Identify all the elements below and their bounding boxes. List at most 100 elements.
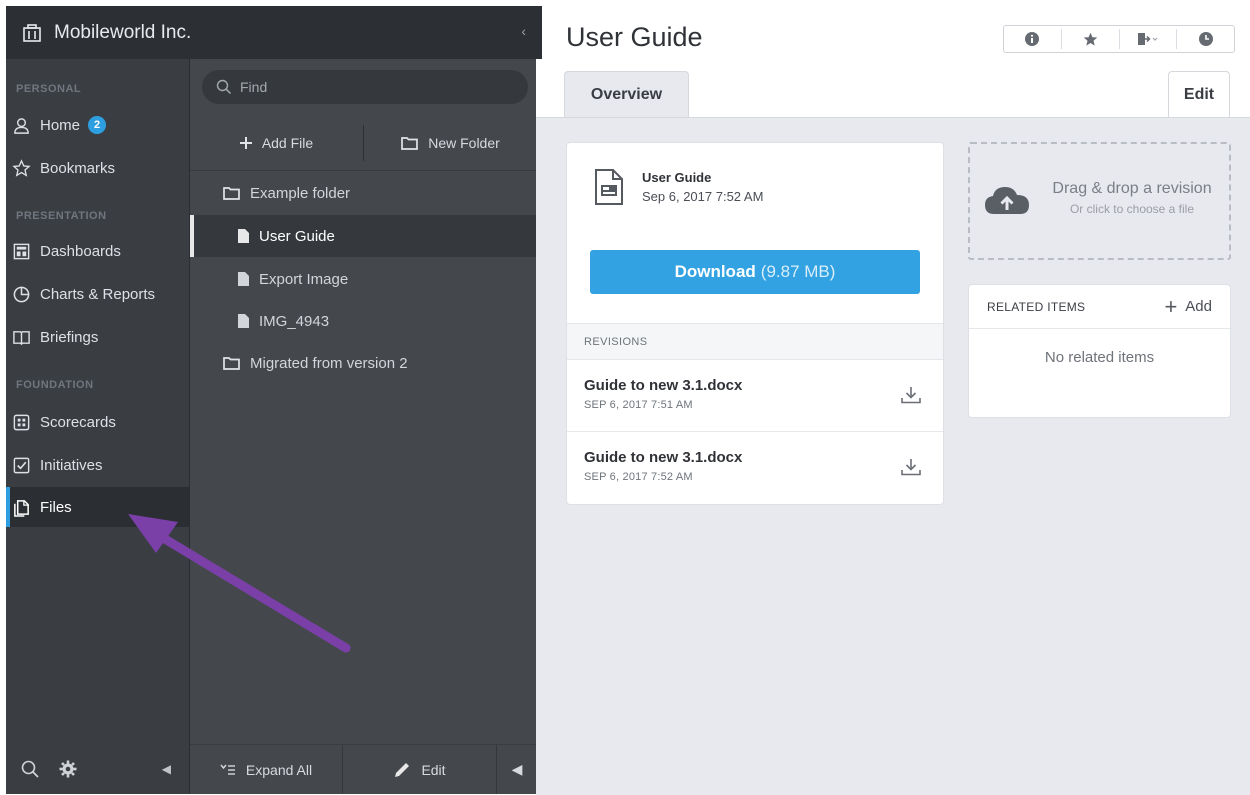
download-size: (9.87 MB) (760, 262, 836, 281)
section-personal: PERSONAL (16, 83, 82, 95)
add-related-button[interactable]: + Add (1164, 293, 1212, 319)
file-panel-footer: Expand All Edit ◀ (190, 744, 537, 794)
revision-name: Guide to new 3.1.docx (584, 377, 743, 394)
expand-icon (220, 764, 235, 775)
org-header[interactable]: Mobileworld Inc. ‹ (6, 6, 542, 59)
document-icon (595, 169, 623, 205)
page-title: User Guide (566, 22, 703, 52)
sidebar-item-label: Briefings (40, 328, 99, 346)
file-icon (238, 272, 249, 286)
file-icon (238, 229, 249, 243)
folder-icon (223, 357, 240, 370)
sidebar-item-label: Dashboards (40, 242, 121, 260)
files-icon (14, 499, 29, 517)
revision-row[interactable]: Guide to new 3.1.docx SEP 6, 2017 7:51 A… (567, 360, 943, 432)
new-folder-button[interactable]: New Folder (364, 115, 537, 170)
dropzone-text: Drag & drop a revision Or click to choos… (1042, 180, 1222, 216)
tree-item-label: IMG_4943 (259, 312, 330, 330)
search-input[interactable]: Find (202, 70, 528, 104)
tab-overview[interactable]: Overview (564, 71, 689, 118)
plus-icon: + (1164, 293, 1178, 319)
tree-item-export-image[interactable]: Export Image (190, 258, 537, 300)
collapse-panel-icon[interactable]: ◀ (497, 745, 537, 794)
sidebar-item-initiatives[interactable]: Initiatives (6, 445, 189, 485)
sidebar-item-bookmarks[interactable]: Bookmarks (6, 148, 189, 188)
sidebar-item-files[interactable]: Files (6, 487, 189, 527)
collapse-sidebar-icon[interactable]: ◀ (162, 762, 171, 776)
related-empty-message: No related items (1044, 349, 1155, 366)
sidebar-item-charts-reports[interactable]: Charts & Reports (6, 274, 189, 314)
file-actions: Add File New Folder (190, 115, 537, 171)
file-meta: User Guide Sep 6, 2017 7:52 AM (642, 170, 763, 204)
search-icon[interactable] (20, 759, 40, 779)
star-icon[interactable] (1062, 29, 1120, 49)
info-icon[interactable] (1004, 29, 1062, 49)
pencil-icon (395, 762, 410, 777)
expand-all-button[interactable]: Expand All (190, 745, 343, 794)
tab-edit[interactable]: Edit (1168, 71, 1230, 118)
tree-item-migrated-folder[interactable]: Migrated from version 2 (190, 342, 537, 384)
file-header: User Guide Sep 6, 2017 7:52 AM (594, 168, 763, 206)
edit-tree-button[interactable]: Edit (343, 745, 497, 794)
file-date: Sep 6, 2017 7:52 AM (642, 189, 764, 204)
file-panel: Find Add File New Folder Example folder … (189, 59, 537, 794)
related-items-card: RELATED ITEMS + Add No related items (968, 284, 1231, 418)
download-icon[interactable] (901, 386, 921, 404)
expand-all-label: Expand All (245, 761, 313, 778)
related-items-title: RELATED ITEMS (987, 299, 1086, 314)
sidebar-item-scorecards[interactable]: Scorecards (6, 402, 189, 442)
tree-item-example-folder[interactable]: Example folder (190, 172, 537, 214)
dropzone-subtitle: Or click to choose a file (1069, 202, 1195, 216)
folder-icon (401, 136, 419, 150)
dropzone-title: Drag & drop a revision (1052, 180, 1212, 197)
sidebar-item-label: Files (40, 498, 72, 516)
search-icon (216, 79, 232, 95)
building-icon (23, 23, 41, 42)
related-items-header: RELATED ITEMS + Add (969, 285, 1230, 329)
section-foundation: FOUNDATION (16, 379, 94, 391)
download-label: Download (674, 262, 756, 281)
dashboard-icon (13, 243, 30, 259)
tree-item-user-guide[interactable]: User Guide (190, 215, 537, 257)
tree-item-label: User Guide (259, 227, 335, 245)
tree-item-label: Migrated from version 2 (250, 354, 408, 372)
sidebar: Mobileworld Inc. ‹ PERSONAL Home 2 Bookm… (6, 6, 542, 794)
book-icon (13, 330, 30, 345)
sidebar-item-label: Home (40, 116, 81, 134)
checkbox-icon (13, 457, 30, 473)
sidebar-item-briefings[interactable]: Briefings (6, 317, 189, 357)
search-placeholder: Find (240, 79, 268, 95)
pie-chart-icon (13, 286, 30, 302)
file-card: User Guide Sep 6, 2017 7:52 AM Download … (566, 142, 944, 505)
chevron-left-icon[interactable]: ‹ (521, 23, 526, 39)
sidebar-item-home[interactable]: Home 2 (6, 105, 189, 145)
main-content: User Guide Overview Edit User Guide Sep … (536, 0, 1250, 795)
toolbar (1003, 25, 1235, 53)
file-icon (238, 314, 249, 328)
new-folder-label: New Folder (428, 134, 500, 151)
cloud-upload-icon (985, 187, 1029, 214)
person-icon (14, 117, 29, 134)
sidebar-item-dashboards[interactable]: Dashboards (6, 231, 189, 271)
revision-name: Guide to new 3.1.docx (584, 449, 743, 466)
edit-label: Edit (421, 761, 446, 778)
section-presentation: PRESENTATION (16, 210, 107, 222)
clock-icon[interactable] (1177, 29, 1234, 49)
star-icon (12, 158, 31, 177)
file-name: User Guide (642, 170, 712, 185)
add-related-label: Add (1185, 298, 1212, 315)
tree-item-label: Example folder (250, 184, 351, 202)
download-button[interactable]: Download (9.87 MB) (590, 250, 920, 294)
sidebar-item-label: Bookmarks (40, 159, 116, 177)
scorecard-icon (13, 414, 30, 430)
download-icon[interactable] (901, 458, 921, 476)
export-icon[interactable] (1120, 29, 1178, 49)
tree-item-img-4943[interactable]: IMG_4943 (190, 300, 537, 342)
sidebar-item-label: Initiatives (40, 456, 103, 474)
add-file-button[interactable]: Add File (190, 115, 363, 170)
sidebar-item-label: Charts & Reports (40, 285, 156, 303)
revision-dropzone[interactable]: Drag & drop a revision Or click to choos… (968, 142, 1231, 260)
revisions-header: REVISIONS (567, 323, 943, 360)
gear-icon[interactable] (58, 759, 78, 779)
revision-row[interactable]: Guide to new 3.1.docx SEP 6, 2017 7:52 A… (567, 432, 943, 504)
